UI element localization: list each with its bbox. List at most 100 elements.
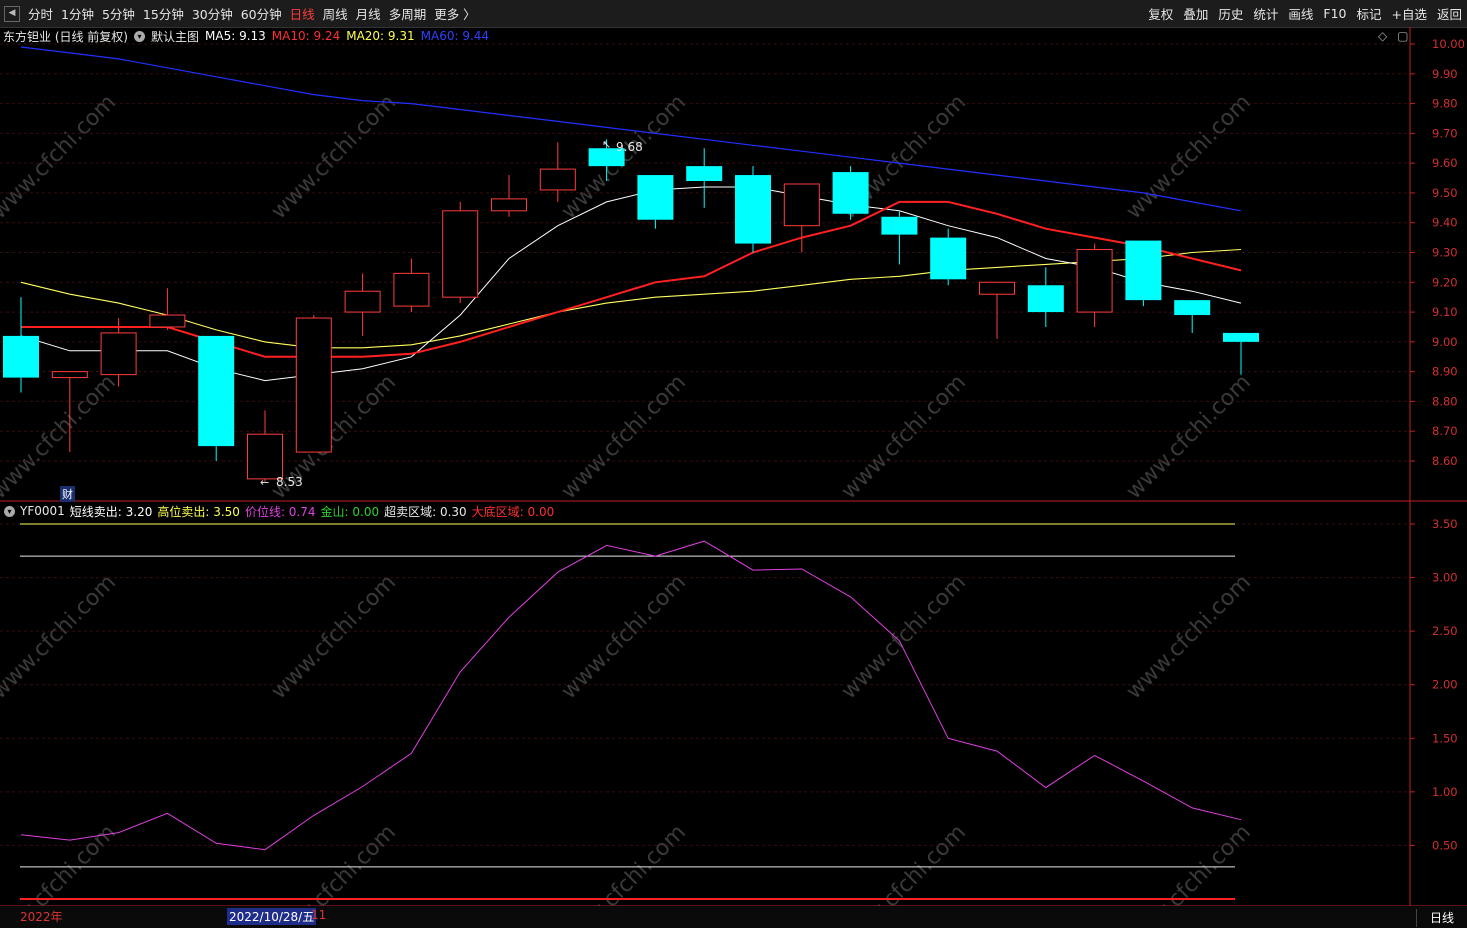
candle-body-down [198, 335, 235, 447]
price-tick-label: 9.20 [1432, 275, 1458, 289]
value-tick-label: 3.00 [1432, 571, 1458, 585]
sub-grid [0, 523, 1410, 846]
candle-body-up [783, 183, 820, 227]
value-tick-label: 2.00 [1432, 678, 1458, 692]
price-tick-label: 9.30 [1432, 246, 1458, 260]
watermark-text: www.cfchi.com [0, 370, 121, 504]
year-label: 2022年 [20, 910, 63, 924]
price-tick-label: 9.70 [1432, 126, 1458, 140]
candle-body-down [832, 172, 869, 214]
value-tick-label: 0.50 [1432, 838, 1458, 852]
watermark-text: www.cfchi.com [0, 570, 121, 704]
candle [1223, 332, 1259, 375]
candle-body-down [637, 175, 674, 220]
candle [149, 288, 186, 330]
cursor-date: 2022/10/28/五 [227, 908, 317, 925]
candle-body-down [1223, 332, 1259, 342]
indicator-name[interactable]: YF0001 [20, 504, 65, 518]
candle [393, 258, 430, 313]
candle [247, 410, 283, 482]
price-line-series [20, 540, 1242, 851]
value-tick-label: 1.00 [1432, 785, 1458, 799]
price-tick-label: 9.50 [1432, 186, 1458, 200]
candle [881, 210, 918, 265]
price-tick-label: 9.80 [1432, 97, 1458, 111]
time-axis-bar [0, 906, 1467, 928]
period-indicator[interactable]: 日线 [1416, 909, 1467, 927]
candle [198, 335, 235, 461]
candle-body-up [1076, 249, 1113, 313]
oversold-label: 超卖区域: 0.30 [384, 504, 467, 519]
candle [3, 297, 39, 393]
price-tick-label: 9.40 [1432, 216, 1458, 230]
finance-badge[interactable]: 财 [60, 486, 75, 502]
price-tick-label: 9.90 [1432, 67, 1458, 81]
candle-body-up [539, 168, 576, 191]
price-line-label: 价位线: 0.74 [244, 504, 316, 519]
value-tick-label: 1.50 [1432, 731, 1458, 745]
watermark-text: www.cfchi.com [0, 90, 121, 224]
kline-chart[interactable]: www.cfchi.com www.cfchi.com www.cfchi.com w… [0, 0, 1467, 928]
high-arrow-icon: ↖ [602, 138, 611, 151]
candle-body-down [1027, 285, 1064, 313]
short-sell-label: 短线卖出: 3.20 [69, 504, 153, 519]
candle-body-up [442, 210, 479, 298]
indicator-dropdown-icon[interactable]: ▾ [4, 505, 15, 517]
candle [1174, 300, 1211, 333]
candle-body-down [930, 237, 967, 280]
candle [686, 148, 723, 208]
candle-body-up [295, 317, 332, 453]
candle [1027, 267, 1064, 327]
watermark-text: www.cfchi.com [837, 370, 971, 504]
price-tick-label: 9.10 [1432, 305, 1458, 319]
high-sell-label: 高位卖出: 3.50 [157, 504, 240, 519]
high-price-label: 9.68 [616, 140, 643, 154]
ma60-line [20, 46, 1242, 212]
value-tick-label: 2.50 [1432, 624, 1458, 638]
candle-body-down [881, 216, 918, 235]
candle-body-up [979, 281, 1015, 295]
ma10-line [21, 200, 1242, 358]
candle-body-up [491, 198, 527, 212]
price-tick-label: 10.00 [1432, 37, 1465, 51]
candle-body-up [100, 332, 137, 376]
low-price-label: 8.53 [276, 475, 303, 489]
candle-body-up [393, 272, 430, 307]
main-price-axis: 10.00 9.90 9.80 9.70 9.60 9.50 9.40 9.30 9.20 9.1… [1410, 37, 1465, 468]
candle-body-down [1174, 300, 1211, 316]
price-tick-label: 8.70 [1432, 424, 1458, 438]
candle [930, 228, 967, 286]
watermark-text: www.cfchi.com [1122, 90, 1256, 224]
bottom-label: 大底区域: 0.00 [471, 504, 555, 519]
price-tick-label: 9.60 [1432, 156, 1458, 170]
candle [1076, 243, 1113, 327]
price-tick-label: 8.80 [1432, 394, 1458, 408]
watermark-text: www.cfchi.com [267, 570, 401, 704]
candle-body-up [51, 371, 88, 379]
candle-body-down [3, 335, 39, 378]
month-label: 11 [311, 908, 327, 922]
golden-label: 金山: 0.00 [320, 504, 380, 519]
indicator-lines [20, 523, 1242, 900]
price-tick-label: 8.60 [1432, 454, 1458, 468]
candle [442, 201, 479, 304]
candle [979, 281, 1015, 339]
watermark-text: www.cfchi.com [557, 370, 691, 504]
candle-body-down [686, 166, 723, 182]
moving-average-lines [20, 46, 1242, 382]
sub-value-axis: 3.50 3.00 2.50 2.00 1.50 1.00 0.50 [1410, 517, 1458, 852]
candle-body-up [344, 290, 381, 313]
price-tick-label: 8.90 [1432, 365, 1458, 379]
candle [295, 315, 332, 453]
candle-body-up [149, 314, 186, 328]
indicator-legend: ▾ YF0001 短线卖出: 3.20 高位卖出: 3.50 价位线: 0.74… [4, 503, 559, 519]
candle [637, 175, 674, 229]
watermark-text: www.cfchi.com [837, 570, 971, 704]
candle [735, 166, 771, 253]
candle [1125, 240, 1162, 307]
watermark-text: www.cfchi.com [557, 570, 691, 704]
candle-body-down [735, 175, 771, 244]
candle-body-up [247, 433, 283, 480]
watermark-text: www.cfchi.com [1122, 570, 1256, 704]
candle [491, 175, 527, 217]
